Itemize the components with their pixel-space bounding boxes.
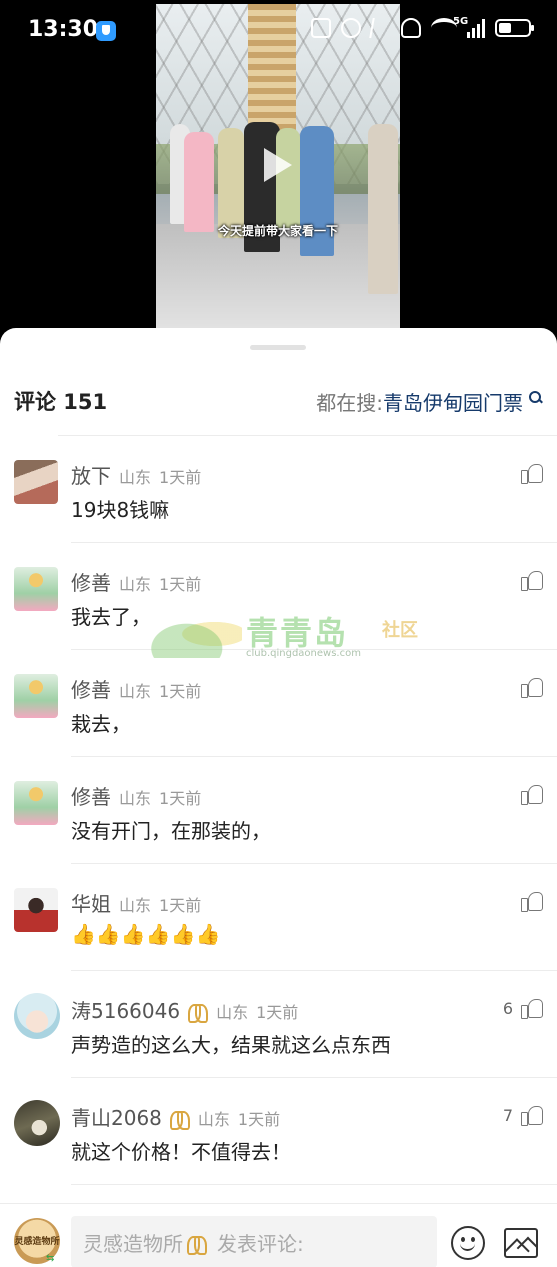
like-button[interactable] [513, 783, 543, 805]
my-avatar-text: 灵感造物所 [14, 1237, 60, 1247]
comment-list: 放下 山东 1天前 19块8钱嘛 修善 山东 1天前 我去了， 修善 山东 1天… [0, 436, 557, 1185]
user-name[interactable]: 修善 [71, 567, 111, 596]
comment-text[interactable]: 👍👍👍👍👍👍 [71, 922, 220, 946]
play-icon[interactable] [264, 148, 292, 182]
badge-icon [188, 1004, 208, 1023]
alarm-off-icon [401, 18, 421, 38]
comment-location: 山东 [119, 896, 152, 915]
comment-time: 1天前 [159, 575, 202, 594]
like-button[interactable] [513, 676, 543, 698]
avatar[interactable] [14, 460, 58, 504]
comment-item: 修善 山东 1天前 我去了， [0, 543, 557, 650]
avatar[interactable] [14, 674, 58, 718]
video-person [368, 124, 398, 294]
comment-time: 1天前 [159, 789, 202, 808]
drag-handle[interactable] [250, 345, 306, 350]
comment-item: 修善 山东 1天前 没有开门，在那装的， [0, 757, 557, 864]
status-bar: 13:30 5G [0, 0, 557, 62]
network-type: 5G [453, 16, 469, 27]
mute-icon [341, 18, 361, 38]
comment-input-bar: 灵感造物所 ⇆ 灵感造物所 发表评论: [0, 1203, 557, 1267]
user-name[interactable]: 华姐 [71, 888, 111, 917]
comment-item: 放下 山东 1天前 19块8钱嘛 [0, 436, 557, 543]
comment-location: 山东 [119, 468, 152, 487]
status-time: 13:30 [28, 17, 99, 42]
comment-time: 1天前 [256, 1003, 299, 1022]
comment-item: 青山2068 山东 1天前 就这个价格！不值得去！ 7 [0, 1078, 557, 1185]
like-button[interactable] [513, 890, 543, 912]
comment-item: 修善 山东 1天前 栽去， [0, 650, 557, 757]
user-name[interactable]: 修善 [71, 781, 111, 810]
comment-location: 山东 [197, 1110, 230, 1129]
status-icons: 5G [311, 16, 534, 38]
comment-location: 山东 [216, 1003, 249, 1022]
nfc-icon [311, 18, 331, 38]
battery-icon [495, 19, 534, 37]
comment-count: 评论 151 [14, 390, 108, 414]
like-count: 6 [502, 998, 513, 1018]
bluetooth-off-icon [369, 18, 393, 38]
user-name[interactable]: 修善 [71, 674, 111, 703]
badge-icon [169, 1111, 190, 1130]
comment-time: 1天前 [237, 1110, 281, 1129]
user-name[interactable]: 青山2068 [71, 1102, 162, 1131]
avatar[interactable] [14, 993, 60, 1039]
search-icon[interactable] [529, 390, 543, 405]
thumbs-up-icon[interactable] [521, 783, 543, 805]
comment-text[interactable]: 没有开门，在那装的， [71, 815, 271, 844]
comment-header: 评论 151 都在搜: 青岛伊甸园门票 [14, 386, 543, 416]
video-person [184, 132, 214, 232]
comment-location: 山东 [119, 789, 152, 808]
input-user-name: 灵感造物所 [83, 1231, 183, 1256]
thumbs-up-icon[interactable] [521, 676, 543, 698]
like-button[interactable]: 6 [503, 997, 543, 1019]
trending-search[interactable]: 都在搜: 青岛伊甸园门票 [316, 387, 543, 416]
switch-account-icon[interactable]: ⇆ [46, 1254, 60, 1264]
thumbs-up-icon[interactable] [521, 890, 543, 912]
comment-time: 1天前 [159, 896, 202, 915]
thumbs-up-icon[interactable] [521, 997, 543, 1019]
input-placeholder: 发表评论: [217, 1231, 304, 1256]
like-button[interactable] [513, 569, 543, 591]
video-caption: 今天提前带大家看一下 [217, 224, 338, 238]
comment-sheet: 评论 151 都在搜: 青岛伊甸园门票 放下 山东 1天前 19块8钱嘛 修善 … [0, 328, 557, 1267]
trending-query[interactable]: 青岛伊甸园门票 [383, 387, 523, 416]
like-button[interactable]: 7 [503, 1104, 543, 1126]
comment-text[interactable]: 声势造的这么大，结果就这么点东西 [71, 1029, 391, 1058]
thumbs-up-icon[interactable] [521, 1104, 543, 1126]
comment-item: 涛5166046 山东 1天前 声势造的这么大，结果就这么点东西 6 [0, 971, 557, 1078]
comment-time: 1天前 [159, 682, 202, 701]
badge-icon [187, 1236, 207, 1255]
like-button[interactable] [513, 462, 543, 484]
comment-text[interactable]: 栽去， [71, 708, 131, 737]
avatar[interactable] [14, 888, 58, 932]
comment-text[interactable]: 就这个价格！不值得去！ [71, 1136, 291, 1165]
signal-icon: 5G [453, 16, 485, 38]
comment-location: 山东 [119, 682, 152, 701]
like-count: 7 [502, 1105, 513, 1125]
avatar[interactable] [14, 781, 58, 825]
emoji-icon[interactable] [451, 1226, 485, 1260]
comment-item: 华姐 山东 1天前 👍👍👍👍👍👍 [0, 864, 557, 971]
comment-location: 山东 [119, 575, 152, 594]
shield-icon [96, 21, 116, 41]
user-name[interactable]: 涛5166046 [71, 995, 180, 1024]
thumbs-up-icon[interactable] [521, 569, 543, 591]
comment-text[interactable]: 19块8钱嘛 [71, 494, 169, 523]
comment-input[interactable]: 灵感造物所 发表评论: [71, 1216, 437, 1267]
thumbs-up-icon[interactable] [521, 462, 543, 484]
comment-time: 1天前 [159, 468, 202, 487]
user-name[interactable]: 放下 [71, 460, 111, 489]
avatar[interactable] [14, 1100, 60, 1146]
avatar[interactable] [14, 567, 58, 611]
comment-text[interactable]: 我去了， [71, 601, 151, 630]
trending-label: 都在搜: [316, 391, 383, 415]
image-icon[interactable] [504, 1228, 538, 1258]
